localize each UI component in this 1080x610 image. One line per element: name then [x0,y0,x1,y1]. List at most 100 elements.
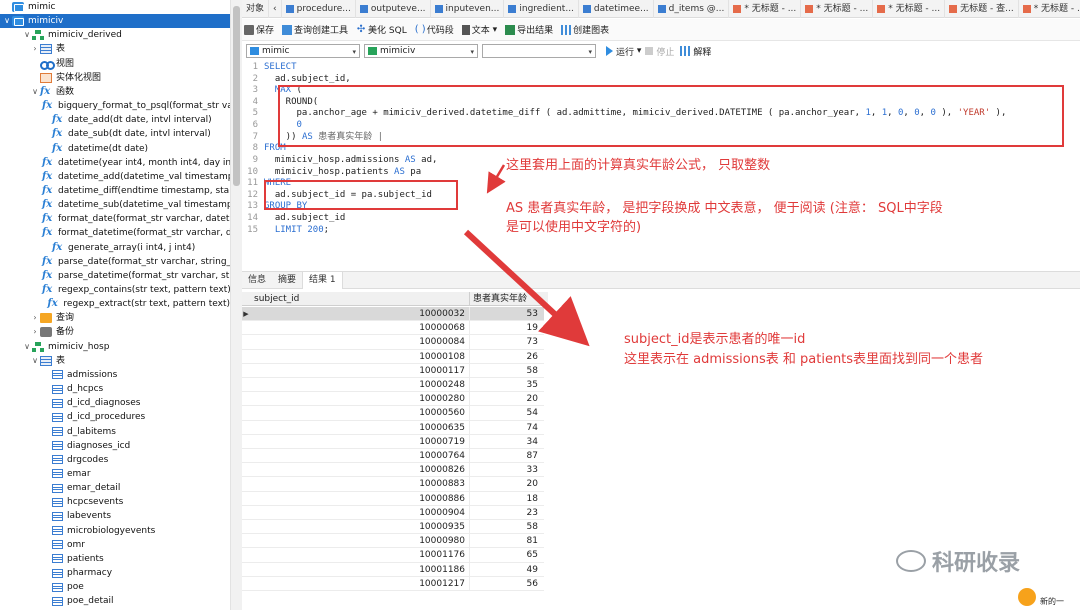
table-small-icon [52,384,63,394]
function-icon: fx [42,184,53,196]
sidebar-item-label: admissions [67,369,118,380]
chevron-down-icon[interactable]: ∨ [30,85,40,99]
sidebar-item[interactable]: pharmacy [0,566,230,580]
sidebar-item-label: mimiciv_derived [48,30,122,41]
function-icon: fx [42,199,53,211]
sidebar-item[interactable]: mimic [0,0,230,14]
sidebar-item-label: date_sub(dt date, intvl interval) [68,129,211,140]
sidebar-item[interactable]: emar [0,467,230,481]
chevron-down-icon[interactable]: ∨ [2,14,12,28]
sidebar-item[interactable]: ∨ 表 [0,354,230,368]
sidebar-item[interactable]: d_hcpcs [0,382,230,396]
sidebar-item[interactable]: fx parse_date(format_str varchar, string_… [0,255,230,269]
sidebar-item[interactable]: fx format_date(format_str varchar, dateti… [0,212,230,226]
sidebar-item[interactable]: d_icd_procedures [0,410,230,424]
schema-icon [32,30,44,41]
sidebar-item[interactable]: fx date_add(dt date, intvl interval) [0,113,230,127]
sidebar-item-label: 视图 [56,58,75,69]
sidebar-item-label: datetime_add(datetime_val timestamp, [58,171,230,182]
sidebar-item[interactable]: fx datetime(year int4, month int4, day in… [0,156,230,170]
sidebar-item-label: format_datetime(format_str varchar, da [58,228,230,239]
sidebar-item[interactable]: fx bigquery_format_to_psql(format_str va [0,99,230,113]
sidebar-item[interactable]: fx regexp_extract(str text, pattern text) [0,297,230,311]
sidebar-item-label: poe [67,582,84,593]
sidebar-item[interactable]: › 表 [0,42,230,56]
sidebar-item[interactable]: ∨ mimiciv_derived [0,28,230,42]
sidebar-item[interactable]: ∨ mimiciv_hosp [0,340,230,354]
sidebar-item-label: datetime(dt date) [68,143,149,154]
sidebar-scrollbar[interactable] [230,0,242,610]
sidebar-item-label: diagnoses_icd [67,440,131,451]
sidebar-item-label: generate_array(i int4, j int4) [68,242,196,253]
annotation-arrows [463,164,590,347]
sidebar-item[interactable]: › 备份 [0,325,230,339]
table-small-icon [52,568,63,578]
sidebar-item-label: 查询 [56,313,75,324]
sidebar-item[interactable]: 实体化视图 [0,71,230,85]
table-small-icon [52,455,63,465]
watermark: 科研收录 [896,545,1020,577]
sidebar-item[interactable]: poe_detail [0,594,230,608]
sidebar-item[interactable]: admissions [0,368,230,382]
sidebar-item[interactable]: patients [0,552,230,566]
sidebar-item[interactable]: d_labitems [0,425,230,439]
chevron-right-icon[interactable]: › [30,325,40,339]
sidebar-item-label: regexp_contains(str text, pattern text) [58,285,230,295]
sidebar-item-label: microbiologyevents [67,525,156,536]
sidebar-item-label: datetime(year int4, month int4, day int [58,157,230,168]
function-icon: fx [52,241,63,253]
sidebar-item-label: patients [67,553,104,564]
chevron-down-icon[interactable]: ∨ [22,28,32,42]
sidebar-item-label: omr [67,539,85,550]
sidebar-item[interactable]: fx datetime(dt date) [0,142,230,156]
sidebar-item-label: d_icd_procedures [67,412,146,423]
sidebar-item[interactable]: fx datetime_diff(endtime timestamp, start [0,184,230,198]
sidebar-item[interactable]: labevents [0,509,230,523]
function-icon: fx [42,227,53,239]
sidebar-item[interactable]: diagnoses_icd [0,439,230,453]
function-icon: fx [42,100,53,112]
sidebar-item[interactable]: fx parse_datetime(format_str varchar, str… [0,269,230,283]
sidebar-item[interactable]: emar_detail [0,481,230,495]
table-small-icon [52,398,63,408]
table-small-icon [52,412,63,422]
sidebar-item-label: 表 [56,355,66,366]
sidebar-item[interactable]: ∨ mimiciv [0,14,230,29]
sun-icon [1018,588,1036,606]
sidebar-item-label: parse_date(format_str varchar, string_v [58,256,230,267]
function-icon: fx [52,142,63,154]
sidebar-item[interactable]: fx datetime_sub(datetime_val timestamp, [0,198,230,212]
sidebar-item[interactable]: ∨ fx 函数 [0,85,230,99]
table-small-icon [52,483,63,493]
chevron-right-icon[interactable]: › [30,311,40,325]
sidebar-item[interactable]: › 查询 [0,311,230,325]
table-small-icon [52,441,63,451]
sidebar-item[interactable]: 视图 [0,57,230,71]
sidebar-item[interactable]: d_icd_diagnoses [0,396,230,410]
sidebar-item-label: emar_detail [67,483,121,494]
sidebar-item[interactable]: hcpcsevents [0,495,230,509]
sidebar-item[interactable]: fx datetime_add(datetime_val timestamp, [0,170,230,184]
arrow-to-result [463,229,590,347]
sidebar-item[interactable]: microbiologyevents [0,524,230,538]
sidebar-item[interactable]: fx regexp_contains(str text, pattern text… [0,283,230,297]
chevron-right-icon[interactable]: › [30,42,40,56]
wechat-icon [896,550,926,572]
arrow-to-formula [486,164,506,194]
sidebar-item-label: mimiciv [28,16,64,27]
table-icon [40,44,52,55]
sidebar-item[interactable]: omr [0,538,230,552]
function-icon: fx [42,255,53,267]
sidebar-item[interactable]: fx date_sub(dt date, intvl interval) [0,127,230,141]
function-icon: fx [42,284,53,295]
sidebar-item[interactable]: fx format_datetime(format_str varchar, da [0,226,230,240]
chevron-down-icon[interactable]: ∨ [22,340,32,354]
sidebar-item-label: 实体化视图 [56,72,102,83]
sidebar-item[interactable]: poe [0,580,230,594]
sidebar-scroll-thumb[interactable] [233,6,240,186]
sidebar-item[interactable]: drgcodes [0,453,230,467]
sidebar-item[interactable]: fx generate_array(i int4, j int4) [0,241,230,255]
table-small-icon [52,596,63,606]
chevron-down-icon[interactable]: ∨ [30,354,40,368]
navigation-tree[interactable]: mimic ∨ mimiciv ∨ mimiciv_derived › 表视图 实体化视图 ∨ f… [0,0,230,610]
